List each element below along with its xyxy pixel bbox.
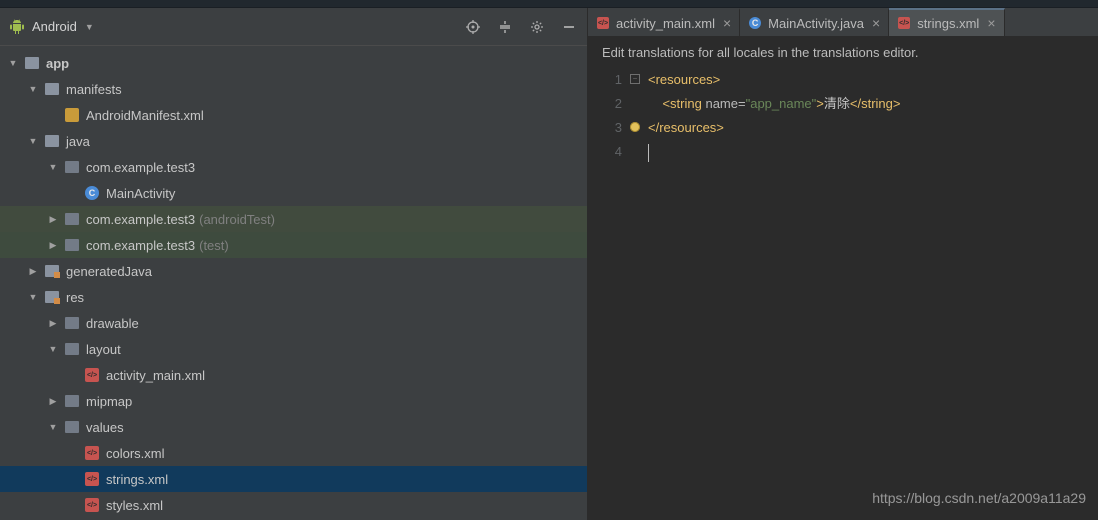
tree-node-strings-xml[interactable]: ▶strings.xml (0, 466, 587, 492)
folder-icon (64, 341, 80, 357)
fold-marker-icon[interactable]: − (630, 74, 640, 84)
code-content[interactable]: <resources> <string name="app_name">清除</… (642, 68, 1098, 520)
folder-icon (64, 393, 80, 409)
tree-node-activity-main-xml[interactable]: ▶activity_main.xml (0, 362, 587, 388)
tree-node-app[interactable]: ▼app (0, 50, 587, 76)
tree-node-pkg-main[interactable]: ▼com.example.test3 (0, 154, 587, 180)
gear-icon[interactable] (529, 19, 545, 35)
class-icon (84, 185, 100, 201)
caret (648, 144, 649, 162)
xml-icon (84, 497, 100, 513)
editor-tab-bar: activity_main.xml × MainActivity.java × … (588, 8, 1098, 37)
tree-node-layout[interactable]: ▼layout (0, 336, 587, 362)
tree-node-pkg-test[interactable]: ▶com.example.test3(test) (0, 232, 587, 258)
package-icon (64, 211, 80, 227)
xml-icon (897, 16, 911, 30)
tab-activity-main[interactable]: activity_main.xml × (588, 8, 740, 36)
manifest-icon (64, 107, 80, 123)
tree-node-drawable[interactable]: ▶drawable (0, 310, 587, 336)
line-gutter: 1 2 3 4 − (588, 68, 642, 520)
xml-icon (596, 16, 610, 30)
target-icon[interactable] (465, 19, 481, 35)
tree-node-styles-xml[interactable]: ▶styles.xml (0, 492, 587, 518)
sidebar-title[interactable]: Android (32, 19, 77, 34)
tree-node-res[interactable]: ▼res (0, 284, 587, 310)
module-icon (24, 55, 40, 71)
tab-main-activity[interactable]: MainActivity.java × (740, 8, 889, 36)
code-editor[interactable]: 1 2 3 4 − <resources> <string name="app_… (588, 68, 1098, 520)
xml-icon (84, 471, 100, 487)
tree-node-java[interactable]: ▼java (0, 128, 587, 154)
folder-icon (44, 289, 60, 305)
translations-hint[interactable]: Edit translations for all locales in the… (588, 37, 1098, 68)
tree-node-manifests[interactable]: ▼manifests (0, 76, 587, 102)
tab-label: activity_main.xml (616, 16, 715, 31)
tree-node-main-activity[interactable]: ▶MainActivity (0, 180, 587, 206)
tree-node-mipmap[interactable]: ▶mipmap (0, 388, 587, 414)
package-icon (64, 159, 80, 175)
tab-label: strings.xml (917, 16, 979, 31)
folder-icon (44, 263, 60, 279)
bulb-icon[interactable] (630, 122, 640, 132)
close-icon[interactable]: × (872, 16, 880, 30)
folder-icon (64, 419, 80, 435)
package-icon (64, 237, 80, 253)
tree-node-colors-xml[interactable]: ▶colors.xml (0, 440, 587, 466)
tab-label: MainActivity.java (768, 16, 864, 31)
folder-icon (44, 81, 60, 97)
tree-node-generated-java[interactable]: ▶generatedJava (0, 258, 587, 284)
android-icon (10, 19, 24, 35)
tree-node-pkg-android-test[interactable]: ▶com.example.test3(androidTest) (0, 206, 587, 232)
class-icon (748, 16, 762, 30)
collapse-icon[interactable] (497, 19, 513, 35)
folder-icon (44, 133, 60, 149)
top-strip (0, 0, 1098, 8)
folder-icon (64, 315, 80, 331)
watermark: https://blog.csdn.net/a2009a11a29 (872, 490, 1086, 506)
tree-node-values[interactable]: ▼values (0, 414, 587, 440)
project-tree: ▼app ▼manifests ▶AndroidManifest.xml ▼ja… (0, 46, 587, 520)
tree-node-manifest-file[interactable]: ▶AndroidManifest.xml (0, 102, 587, 128)
xml-icon (84, 445, 100, 461)
project-sidebar: Android ▼ ▼app ▼manifests ▶AndroidManife… (0, 8, 588, 520)
minimize-icon[interactable] (561, 19, 577, 35)
tab-strings-xml[interactable]: strings.xml × (889, 8, 1004, 36)
xml-icon (84, 367, 100, 383)
chevron-down-icon[interactable]: ▼ (85, 22, 94, 32)
editor-area: activity_main.xml × MainActivity.java × … (588, 8, 1098, 520)
sidebar-header: Android ▼ (0, 8, 587, 46)
close-icon[interactable]: × (723, 16, 731, 30)
close-icon[interactable]: × (987, 16, 995, 30)
